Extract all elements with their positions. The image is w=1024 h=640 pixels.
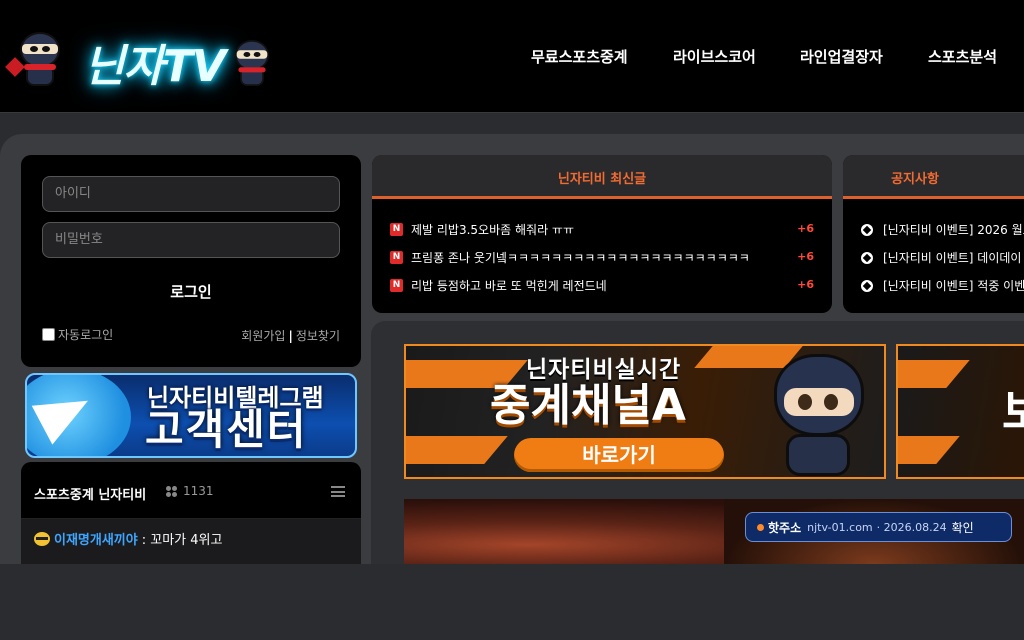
chat-user-count: 1131 — [165, 484, 214, 498]
user-count: 1131 — [183, 484, 214, 498]
id-input[interactable]: 아이디 — [42, 176, 340, 212]
nav-lineup[interactable]: 라인업결장자 — [800, 46, 883, 67]
latest-posts-title[interactable]: 닌자티비 최신글 — [372, 168, 832, 187]
nav-sports-analysis[interactable]: 스포츠분석 — [928, 46, 997, 67]
notice-item[interactable]: [닌자티비 이벤트] 데이데이 — [861, 249, 1021, 266]
chat-box: 스포츠중계 닌자티비 1131 이재명개새끼야 : 꼬마가 4위고 — [21, 462, 361, 564]
post-title[interactable]: 리밥 등점하고 바로 또 먹힌게 레전드네 — [411, 277, 607, 294]
chat-username[interactable]: 이재명개새끼야 — [54, 529, 138, 548]
chat-text: : 꼬마가 4위고 — [141, 533, 223, 548]
user-level-icon — [34, 531, 50, 546]
hot-address-url[interactable]: njtv-01.com — [807, 521, 873, 534]
channel-a-banner[interactable]: 닌자티비실시간 중계채널A 바로가기 — [404, 344, 886, 479]
auto-login-label: 자동로그인 — [58, 328, 114, 342]
account-links: 회원가입 | 정보찾기 — [241, 329, 340, 343]
notice-item[interactable]: [닌자티비 이벤트] 2026 월드 — [861, 221, 1024, 238]
go-button[interactable]: 바로가기 — [514, 438, 724, 472]
status-dot-icon — [757, 524, 764, 531]
notices-panel: 공지사항 [닌자티비 이벤트] 2026 월드 [닌자티비 이벤트] 데이데이 … — [843, 155, 1024, 313]
notice-title[interactable]: [닌자티비 이벤트] 데이데이 — [883, 249, 1021, 266]
hot-address-pill[interactable]: 핫주소 njtv-01.com · 2026.08.24 확인 — [745, 512, 1012, 542]
channel-banner-line2: 중계채널A — [490, 380, 686, 431]
chat-header: 스포츠중계 닌자티비 1131 — [21, 462, 361, 519]
post-count: +6 — [797, 222, 814, 235]
users-icon — [165, 486, 179, 496]
new-badge-icon: N — [390, 223, 403, 236]
post-item[interactable]: N 리밥 등점하고 바로 또 먹힌게 레전드네 — [390, 277, 607, 294]
notice-title[interactable]: [닌자티비 이벤트] 2026 월드 — [883, 221, 1024, 238]
telegram-banner[interactable]: 닌자티비텔레그램 고객센터 — [25, 373, 357, 458]
new-badge-icon: N — [390, 251, 403, 264]
telegram-plane-icon — [27, 375, 131, 456]
page-bottom — [0, 564, 1024, 640]
post-title[interactable]: 프림퐁 존나 웃기넼ㅋㅋㅋㅋㅋㅋㅋㅋㅋㅋㅋㅋㅋㅋㅋㅋㅋㅋㅋㅋㅋㅋ — [411, 249, 750, 266]
login-button[interactable]: 로그인 — [21, 281, 361, 302]
signup-link[interactable]: 회원가입 — [241, 329, 285, 343]
notices-title[interactable]: 공지사항 — [843, 168, 987, 187]
latest-posts-panel: 닌자티비 최신글 N 제발 리밥3.5오바좀 해줘라 ㅠㅠ +6 N 프림퐁 존… — [372, 155, 832, 313]
chat-messages: 이재명개새끼야 : 꼬마가 4위고 — [21, 519, 361, 564]
ninja-mascot-icon — [5, 30, 66, 88]
auto-login[interactable]: 자동로그인 — [42, 326, 113, 343]
site-header: 닌자TV 무료스포츠중계 라이브스코어 라인업결장자 스포츠분석 — [0, 0, 1024, 113]
ninja-mascot-icon — [230, 38, 274, 87]
site-logo[interactable]: 닌자TV — [5, 26, 282, 92]
post-count: +6 — [797, 250, 814, 263]
soccer-ball-icon — [861, 223, 873, 236]
nav-free-sports[interactable]: 무료스포츠중계 — [531, 46, 628, 67]
notice-item[interactable]: [닌자티비 이벤트] 적중 이벤 — [861, 277, 1024, 294]
find-info-link[interactable]: 정보찾기 — [296, 329, 340, 343]
channel-b-banner[interactable]: 보 — [896, 344, 1024, 479]
login-box: 아이디 비밀번호 로그인 자동로그인 회원가입 | 정보찾기 — [21, 155, 361, 367]
nav-live-score[interactable]: 라이브스코어 — [673, 46, 756, 67]
new-badge-icon: N — [390, 279, 403, 292]
channel-b-text: 보 — [1002, 376, 1024, 442]
soccer-ball-icon — [861, 251, 873, 264]
notice-title[interactable]: [닌자티비 이벤트] 적중 이벤 — [883, 277, 1024, 294]
post-count: +6 — [797, 278, 814, 291]
chat-message: 이재명개새끼야 : 꼬마가 4위고 — [34, 529, 222, 548]
password-input[interactable]: 비밀번호 — [42, 222, 340, 258]
hot-address-label: 핫주소 — [768, 520, 802, 535]
ninja-mascot-icon — [764, 350, 874, 477]
confirm-button[interactable]: 확인 — [952, 519, 974, 536]
auto-login-checkbox[interactable] — [42, 328, 55, 341]
soccer-ball-icon — [861, 279, 873, 292]
telegram-banner-line2: 고객센터 — [145, 405, 308, 454]
chat-title: 스포츠중계 닌자티비 — [34, 488, 147, 503]
post-title[interactable]: 제발 리밥3.5오바좀 해줘라 ㅠㅠ — [411, 221, 574, 238]
post-item[interactable]: N 제발 리밥3.5오바좀 해줘라 ㅠㅠ — [390, 221, 574, 238]
hot-address-date: · 2026.08.24 — [876, 520, 947, 534]
logo-text: 닌자TV — [84, 41, 226, 92]
post-item[interactable]: N 프림퐁 존나 웃기넼ㅋㅋㅋㅋㅋㅋㅋㅋㅋㅋㅋㅋㅋㅋㅋㅋㅋㅋㅋㅋㅋㅋ — [390, 249, 750, 266]
menu-icon[interactable] — [331, 486, 345, 497]
